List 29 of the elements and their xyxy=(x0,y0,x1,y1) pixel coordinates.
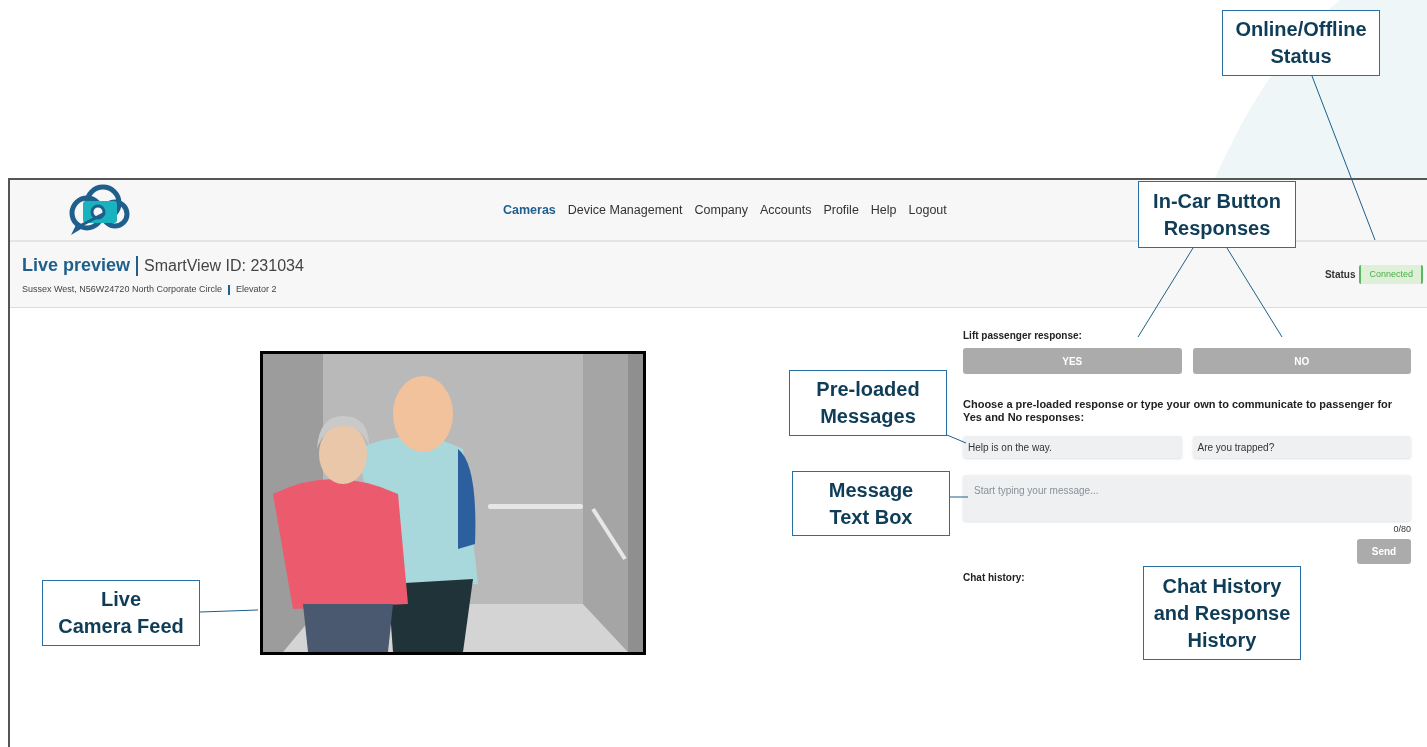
character-counter: 0/80 xyxy=(1393,523,1411,536)
elevator-name: Elevator 2 xyxy=(235,283,277,297)
preloaded-message-button[interactable]: Help is on the way. xyxy=(963,436,1182,458)
callout-label: Message Text Box xyxy=(792,471,950,536)
status-badge: Connected xyxy=(1359,264,1423,285)
leader-line xyxy=(946,434,967,444)
leader-line xyxy=(949,496,969,498)
callout-label: In-Car Button Responses xyxy=(1138,181,1296,248)
status-label: Status xyxy=(1324,268,1356,282)
preloaded-message-button[interactable]: Are you trapped? xyxy=(1192,436,1411,458)
address-text: Sussex West, N56W24720 North Corporate Circle xyxy=(22,283,222,297)
nav-link[interactable]: Profile xyxy=(823,200,859,220)
leader-line xyxy=(199,609,259,613)
callout-label: Online/Offline Status xyxy=(1222,10,1380,76)
message-input-field[interactable]: Start typing your message... xyxy=(963,475,1411,521)
nav-link[interactable]: Device Management xyxy=(567,200,683,220)
nav-link[interactable]: Company xyxy=(694,200,748,220)
callout-label: Live Camera Feed xyxy=(42,580,200,646)
device-id: SmartView ID: 231034 xyxy=(144,255,304,276)
section-label: Lift passenger response: xyxy=(963,329,1083,343)
callout-label: Chat History and Response History xyxy=(1143,566,1301,660)
callout-label: Pre-loaded Messages xyxy=(789,370,947,436)
section-label: Chat history: xyxy=(963,570,1026,585)
nav-link[interactable]: Cameras xyxy=(503,200,556,220)
nav-link[interactable]: Help xyxy=(870,200,897,220)
instructions-text: Choose a pre-loaded response or type your own to communicate to passenger for Yes and No responses: xyxy=(963,398,1394,424)
page-title: Live preview xyxy=(22,254,131,278)
nav-link[interactable]: Accounts xyxy=(760,200,812,220)
nav-link[interactable]: Logout xyxy=(908,200,947,220)
